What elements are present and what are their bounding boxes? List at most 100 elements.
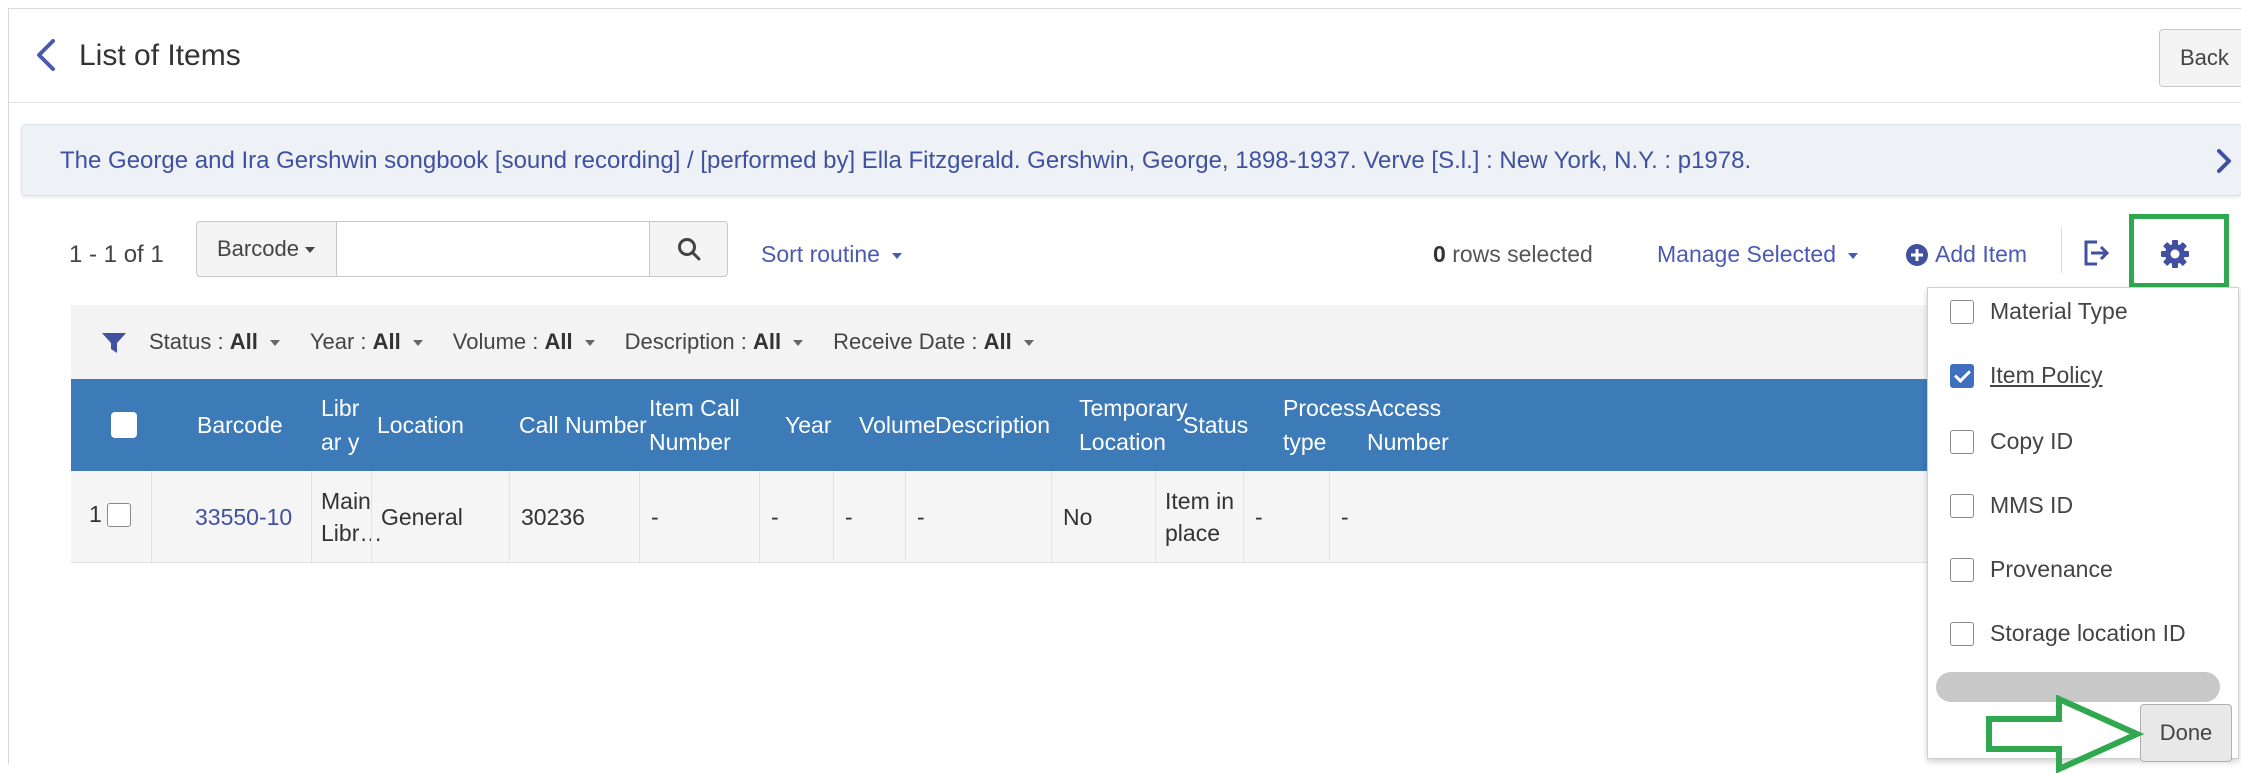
filter-value: All <box>544 329 573 354</box>
column-chooser-panel: Material Type Item Policy Copy ID MMS ID… <box>1927 287 2239 762</box>
caret-down-icon <box>891 252 902 259</box>
search-icon <box>677 238 700 261</box>
rows-selected-label: rows selected <box>1452 241 1593 267</box>
column-option-copy-id[interactable]: Copy ID <box>1950 428 2073 455</box>
cell-temporary-location: No <box>1063 504 1093 530</box>
search-type-label: Barcode <box>217 236 299 261</box>
export-icon[interactable] <box>2081 239 2111 267</box>
manage-selected-label: Manage Selected <box>1657 241 1837 267</box>
cell-library: Main Libr… <box>321 488 383 546</box>
cell-call-number: 30236 <box>521 504 585 530</box>
rows-selected-count: 0 <box>1433 241 1446 267</box>
back-button[interactable]: Back <box>2159 29 2241 87</box>
table-row[interactable]: 1 33550-10 Main Libr… General 30236 - - … <box>71 471 1931 563</box>
filter-description[interactable]: Description : All <box>625 329 804 355</box>
done-button[interactable]: Done <box>2140 704 2232 762</box>
filter-label: Status <box>149 329 212 354</box>
caret-down-icon <box>412 340 423 347</box>
add-item-label: Add Item <box>1935 241 2028 267</box>
checkbox[interactable] <box>1950 299 1974 324</box>
plus-circle-icon <box>1906 243 1928 266</box>
results-count: 1 - 1 of 1 <box>69 241 164 268</box>
column-option-material-type[interactable]: Material Type <box>1950 298 2128 325</box>
column-option-label: Item Policy <box>1990 362 2103 388</box>
filter-label: Year <box>309 329 355 354</box>
column-header-description[interactable]: Description <box>935 408 1050 442</box>
cell-access-number: - <box>1341 504 1349 530</box>
column-divider <box>509 471 510 563</box>
cell-item-call-number: - <box>651 504 659 530</box>
column-option-storage-location-id[interactable]: Storage location ID <box>1950 620 2186 647</box>
filter-label: Receive Date <box>833 329 966 354</box>
column-option-item-policy[interactable]: Item Policy <box>1950 362 2102 389</box>
search-type-dropdown[interactable]: Barcode <box>196 221 336 277</box>
column-header-year[interactable]: Year <box>785 408 831 442</box>
filter-value: All <box>753 329 782 354</box>
barcode-link[interactable]: 33550-10 <box>195 501 292 533</box>
column-header-location[interactable]: Location <box>377 408 464 442</box>
filter-year[interactable]: Year : All <box>310 329 423 355</box>
chevron-left-icon[interactable] <box>29 35 63 75</box>
column-divider <box>1051 471 1052 563</box>
record-title[interactable]: The George and Ira Gershwin songbook [so… <box>60 147 1751 175</box>
filter-volume[interactable]: Volume : All <box>453 329 595 355</box>
page-title: List of Items <box>79 39 241 72</box>
column-divider <box>759 471 760 563</box>
sort-routine-label: Sort routine <box>761 241 880 267</box>
filter-status[interactable]: Status : All <box>149 329 280 355</box>
column-option-label: Provenance <box>1990 556 2113 582</box>
gear-icon[interactable] <box>2159 238 2191 270</box>
search-group: Barcode <box>196 221 728 277</box>
column-header-barcode[interactable]: Barcode <box>197 408 283 442</box>
filter-label: Description <box>624 329 735 354</box>
column-header-item-call-number[interactable]: Item Call Number <box>649 391 759 459</box>
column-header-call-number[interactable]: Call Number <box>519 408 647 442</box>
checkbox[interactable] <box>1950 493 1974 518</box>
caret-down-icon <box>269 340 280 347</box>
column-header-process-type[interactable]: Process type <box>1283 391 1366 459</box>
caret-down-icon <box>793 340 804 347</box>
column-option-mms-id[interactable]: MMS ID <box>1950 492 2073 519</box>
column-option-label: Copy ID <box>1990 428 2074 454</box>
column-header-volume[interactable]: Volume <box>859 408 936 442</box>
column-option-label: Material Type <box>1990 298 2128 324</box>
toolbar-divider <box>2061 227 2062 273</box>
column-divider <box>311 471 312 563</box>
checkbox-checked[interactable] <box>1950 363 1974 388</box>
filter-list: Status : All Year : All Volume : All Des… <box>149 329 1034 355</box>
search-button[interactable] <box>650 221 728 277</box>
column-header-status[interactable]: Status <box>1183 408 1248 442</box>
caret-down-icon <box>1848 252 1859 259</box>
manage-selected-dropdown[interactable]: Manage Selected <box>1657 241 1859 268</box>
record-banner[interactable]: The George and Ira Gershwin songbook [so… <box>21 124 2241 196</box>
cell-year: - <box>771 504 779 530</box>
items-page: List of Items Back The George and Ira Ge… <box>8 8 2241 773</box>
add-item-button[interactable]: Add Item <box>1905 241 2027 268</box>
column-header-access-number[interactable]: Access Number <box>1367 391 1457 459</box>
column-divider <box>639 471 640 563</box>
cell-process-type: - <box>1255 504 1263 530</box>
filter-receive-date[interactable]: Receive Date : All <box>833 329 1034 355</box>
filter-value: All <box>372 329 401 354</box>
column-divider <box>1329 471 1330 563</box>
chevron-right-icon[interactable] <box>2213 147 2235 175</box>
caret-down-icon <box>1023 340 1034 347</box>
cell-location: General <box>381 504 463 530</box>
sort-routine-dropdown[interactable]: Sort routine <box>761 241 902 268</box>
caret-down-icon <box>304 247 315 254</box>
row-index: 1 <box>89 501 102 527</box>
row-checkbox[interactable] <box>107 503 131 527</box>
cell-status: Item in place <box>1165 488 1235 546</box>
column-option-provenance[interactable]: Provenance <box>1950 556 2113 583</box>
column-divider <box>905 471 906 563</box>
checkbox[interactable] <box>1950 429 1974 454</box>
search-input[interactable] <box>336 221 650 277</box>
column-header-library[interactable]: Librar y <box>321 391 371 459</box>
cell-volume: - <box>845 504 853 530</box>
filter-bar: Status : All Year : All Volume : All Des… <box>71 305 1931 379</box>
select-all-checkbox[interactable] <box>111 412 137 438</box>
checkbox[interactable] <box>1950 557 1974 582</box>
checkbox[interactable] <box>1950 621 1974 646</box>
column-option-label: Storage location ID <box>1990 620 2186 646</box>
filter-label: Volume <box>452 329 527 354</box>
